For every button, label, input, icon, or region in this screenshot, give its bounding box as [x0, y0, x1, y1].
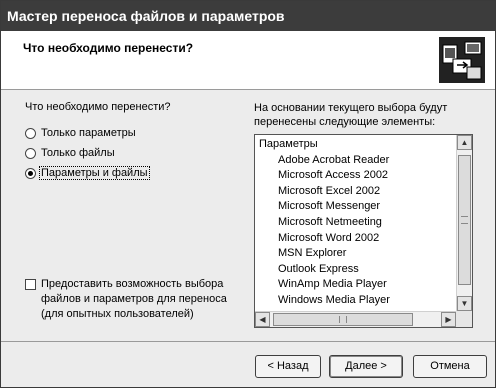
list-item: Microsoft Access 2002 [278, 169, 389, 182]
list-content: Параметры Adobe Acrobat Reader Microsoft… [255, 135, 455, 311]
footer-divider [1, 341, 495, 342]
scroll-down-icon[interactable]: ▼ [457, 296, 472, 311]
list-item: Microsoft Excel 2002 [278, 184, 381, 197]
back-button[interactable]: < Назад [255, 355, 321, 378]
radio-button-selected[interactable] [25, 167, 36, 179]
question-label: Что необходимо перенести? [25, 101, 171, 113]
list-item: Windows Media Player [278, 294, 390, 306]
wizard-window: Мастер переноса файлов и параметров Что … [0, 0, 496, 388]
scrollbar-corner [456, 311, 472, 327]
custom-selection-checkbox[interactable]: Предоставить возможность выбора файлов и… [25, 277, 241, 322]
wizard-header: Что необходимо перенести? [1, 31, 495, 90]
scroll-right-icon[interactable]: ▶ [441, 312, 456, 327]
radio-button[interactable] [25, 127, 36, 139]
items-description: На основании текущего выбора будут перен… [254, 102, 448, 128]
scroll-up-icon[interactable]: ▲ [457, 135, 472, 150]
header-title: Что необходимо перенести? [23, 41, 194, 55]
list-item: Microsoft Word 2002 [278, 231, 380, 244]
list-item: WinAmp Media Player [278, 278, 387, 291]
transfer-wizard-icon [439, 37, 485, 83]
vertical-scrollbar[interactable]: ▲ ▼ [456, 135, 472, 311]
list-item: Microsoft Messenger [278, 200, 381, 213]
list-item: MSN Explorer [278, 247, 347, 260]
vertical-scroll-thumb[interactable] [458, 155, 471, 285]
cancel-button[interactable]: Отмена [413, 355, 487, 378]
horizontal-scrollbar[interactable]: ◀ ▶ [255, 311, 456, 327]
scroll-left-icon[interactable]: ◀ [255, 312, 270, 327]
list-item: Microsoft Netmeeting [278, 216, 382, 228]
horizontal-scroll-thumb[interactable] [273, 313, 413, 326]
window-title: Мастер переноса файлов и параметров [1, 1, 495, 31]
checkbox[interactable] [25, 279, 36, 290]
checkbox-label: Предоставить возможность выбора файлов и… [41, 278, 227, 320]
radio-settings-and-files[interactable]: Параметры и файлы [25, 165, 150, 181]
radio-settings-only[interactable]: Только параметры [25, 125, 137, 141]
radio-files-only[interactable]: Только файлы [25, 145, 116, 161]
list-group-header: Параметры [259, 138, 318, 150]
list-item: Outlook Express [278, 262, 359, 275]
items-listbox[interactable]: Параметры Adobe Acrobat Reader Microsoft… [254, 134, 473, 328]
list-item: Adobe Acrobat Reader [278, 153, 390, 166]
next-button[interactable]: Далее > [329, 355, 403, 378]
radio-button[interactable] [25, 147, 36, 159]
